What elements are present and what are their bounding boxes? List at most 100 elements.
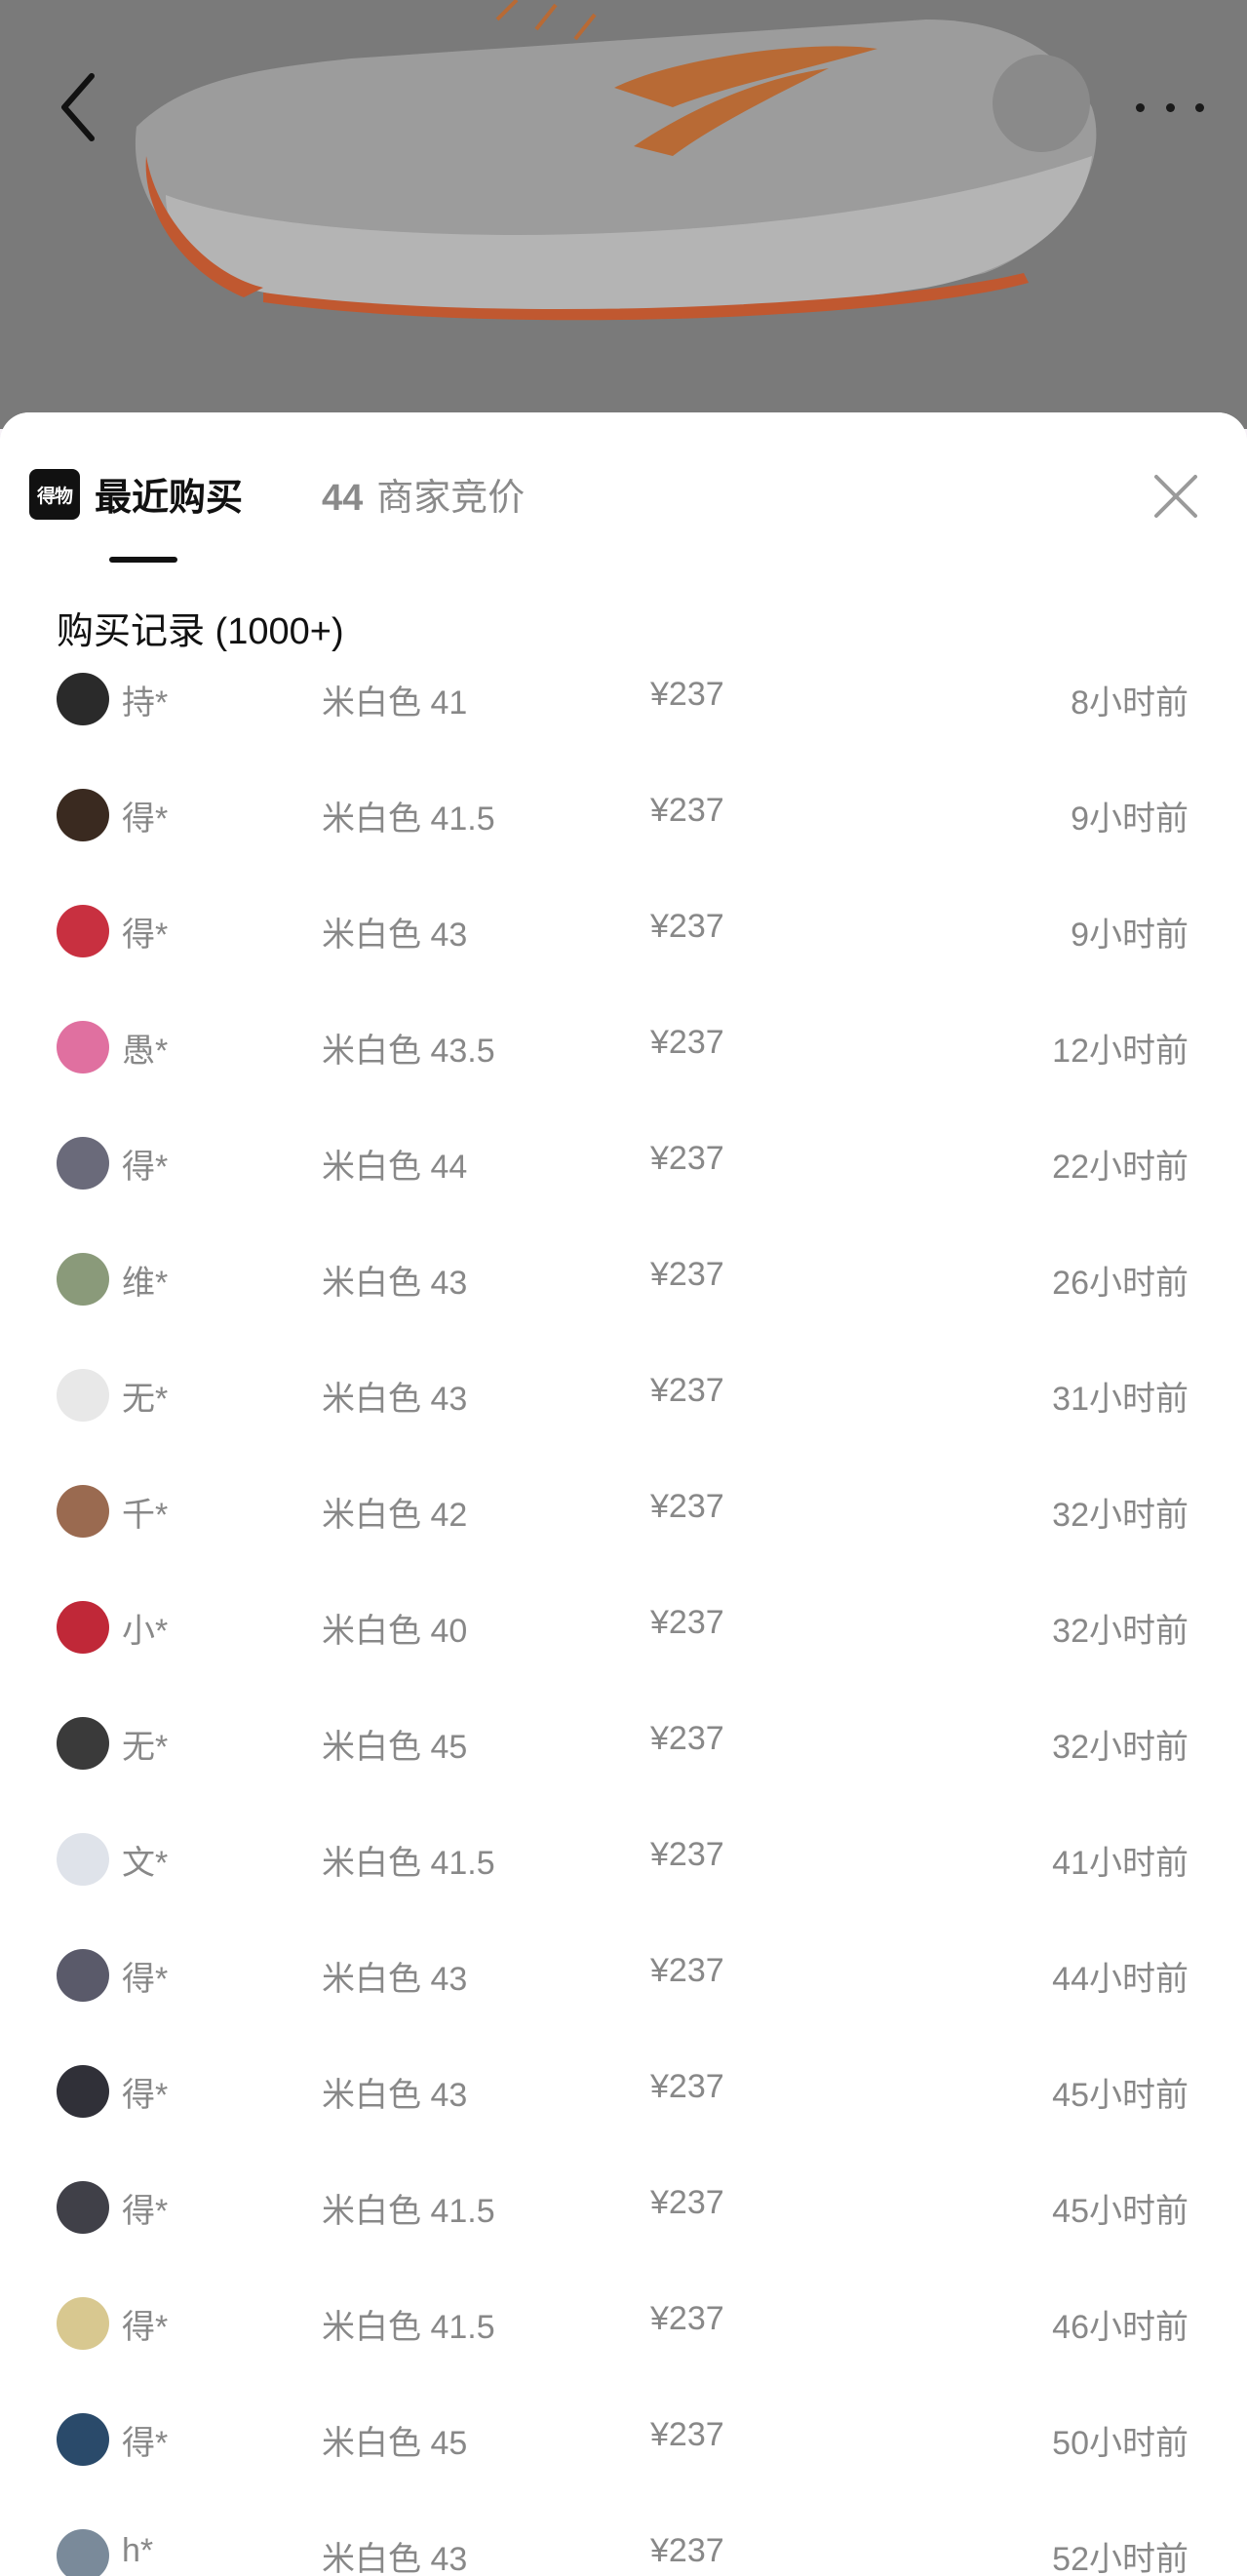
purchase-time: 46小时前 bbox=[1052, 2309, 1189, 2346]
bottom-sheet: 得物 最近购买 44 商家竞价 购买记录 (1000+) 持* 米白色 41 ¥23… bbox=[0, 412, 1247, 2576]
tab-merchant-bids[interactable]: 44 商家竞价 bbox=[322, 467, 525, 521]
purchase-time: 52小时前 bbox=[1052, 2541, 1189, 2576]
tab-active-indicator bbox=[109, 557, 177, 563]
avatar[interactable] bbox=[57, 2529, 109, 2576]
item-spec: 米白色 43 bbox=[322, 1381, 468, 1418]
item-spec: 米白色 43 bbox=[322, 917, 468, 954]
table-row: 得* 米白色 45 ¥237 50小时前 bbox=[29, 2408, 1218, 2524]
item-price: ¥237 bbox=[650, 2300, 724, 2337]
close-icon[interactable] bbox=[1150, 471, 1201, 522]
item-spec: 米白色 43 bbox=[322, 1265, 468, 1302]
item-price: ¥237 bbox=[650, 1488, 724, 1525]
user-name: 得* bbox=[122, 2077, 169, 2114]
table-row: 得* 米白色 41.5 ¥237 45小时前 bbox=[29, 2176, 1218, 2292]
item-price: ¥237 bbox=[650, 1604, 724, 1641]
item-price: ¥237 bbox=[650, 1372, 724, 1409]
item-spec: 米白色 45 bbox=[322, 1729, 468, 1766]
purchase-time: 44小时前 bbox=[1052, 1961, 1189, 1998]
avatar[interactable] bbox=[57, 1253, 109, 1306]
purchase-time: 12小时前 bbox=[1052, 1033, 1189, 1070]
user-name: 得* bbox=[122, 917, 169, 954]
purchase-time: 31小时前 bbox=[1052, 1381, 1189, 1418]
user-name: 无* bbox=[122, 1381, 169, 1418]
user-name: 得* bbox=[122, 2309, 169, 2346]
item-price: ¥237 bbox=[650, 1836, 724, 1873]
item-spec: 米白色 42 bbox=[322, 1497, 468, 1534]
user-name: 得* bbox=[122, 1961, 169, 1998]
item-spec: 米白色 41.5 bbox=[322, 2309, 495, 2346]
table-row: 得* 米白色 43 ¥237 9小时前 bbox=[29, 900, 1218, 1016]
user-name: 维* bbox=[122, 1265, 169, 1302]
avatar[interactable] bbox=[57, 2297, 109, 2350]
item-price: ¥237 bbox=[650, 1720, 724, 1757]
purchase-time: 26小时前 bbox=[1052, 1265, 1189, 1302]
user-name: 得* bbox=[122, 800, 169, 838]
table-row: 千* 米白色 42 ¥237 32小时前 bbox=[29, 1480, 1218, 1596]
avatar[interactable] bbox=[57, 673, 109, 725]
avatar[interactable] bbox=[57, 1717, 109, 1770]
item-spec: 米白色 41 bbox=[322, 684, 468, 722]
purchase-time: 41小时前 bbox=[1052, 1845, 1189, 1882]
avatar[interactable] bbox=[57, 1833, 109, 1886]
item-price: ¥237 bbox=[650, 908, 724, 945]
purchase-time: 9小时前 bbox=[1071, 800, 1189, 838]
item-price: ¥237 bbox=[650, 2416, 724, 2453]
item-spec: 米白色 41.5 bbox=[322, 1845, 495, 1882]
table-row: 文* 米白色 41.5 ¥237 41小时前 bbox=[29, 1828, 1218, 1944]
avatar[interactable] bbox=[57, 1485, 109, 1538]
table-row: 小* 米白色 40 ¥237 32小时前 bbox=[29, 1596, 1218, 1712]
avatar[interactable] bbox=[57, 1601, 109, 1654]
purchase-time: 50小时前 bbox=[1052, 2425, 1189, 2462]
user-name: 小* bbox=[122, 1613, 169, 1650]
item-spec: 米白色 43 bbox=[322, 1961, 468, 1998]
table-row: 得* 米白色 41.5 ¥237 9小时前 bbox=[29, 784, 1218, 900]
table-row: 无* 米白色 43 ¥237 31小时前 bbox=[29, 1364, 1218, 1480]
purchase-time: 22小时前 bbox=[1052, 1149, 1189, 1186]
shoe-image bbox=[135, 0, 1097, 321]
item-price: ¥237 bbox=[650, 1140, 724, 1177]
item-price: ¥237 bbox=[650, 2184, 724, 2221]
share-circle[interactable] bbox=[993, 55, 1090, 152]
item-price: ¥237 bbox=[650, 2532, 724, 2569]
item-price: ¥237 bbox=[650, 792, 724, 829]
table-row: 得* 米白色 43 ¥237 44小时前 bbox=[29, 1944, 1218, 2060]
more-dots-icon[interactable] bbox=[1136, 88, 1204, 127]
table-row: h* 米白色 43 ¥237 52小时前 bbox=[29, 2524, 1218, 2576]
purchase-time: 32小时前 bbox=[1052, 1497, 1189, 1534]
user-name: 千* bbox=[122, 1497, 169, 1534]
user-name: 文* bbox=[122, 1845, 169, 1882]
purchase-time: 9小时前 bbox=[1071, 917, 1189, 954]
avatar[interactable] bbox=[57, 1369, 109, 1422]
bid-label: 商家竞价 bbox=[376, 478, 526, 519]
chevron-left-icon[interactable] bbox=[51, 68, 109, 146]
avatar[interactable] bbox=[57, 1949, 109, 2002]
user-name: 得* bbox=[122, 2193, 169, 2230]
purchase-records-panel: 购买记录 (1000+) 持* 米白色 41 ¥237 8小时前 得* 米白色 41.5 ¥… bbox=[29, 564, 1218, 2576]
purchase-time: 32小时前 bbox=[1052, 1729, 1189, 1766]
avatar[interactable] bbox=[57, 1137, 109, 1190]
avatar[interactable] bbox=[57, 789, 109, 841]
item-price: ¥237 bbox=[650, 2068, 724, 2105]
purchase-time: 32小时前 bbox=[1052, 1613, 1189, 1650]
table-row: 得* 米白色 43 ¥237 45小时前 bbox=[29, 2060, 1218, 2176]
item-price: ¥237 bbox=[650, 676, 724, 713]
item-spec: 米白色 41.5 bbox=[322, 2193, 495, 2230]
item-spec: 米白色 40 bbox=[322, 1613, 468, 1650]
user-name: 得* bbox=[122, 2425, 169, 2462]
item-spec: 米白色 41.5 bbox=[322, 800, 495, 838]
tab-recent-purchases[interactable]: 最近购买 bbox=[95, 467, 243, 521]
table-row: 持* 米白色 41 ¥237 8小时前 bbox=[29, 668, 1218, 784]
tab-bar: 得物 最近购买 44 商家竞价 bbox=[0, 412, 1247, 564]
item-price: ¥237 bbox=[650, 1256, 724, 1293]
app-logo: 得物 bbox=[29, 469, 80, 520]
user-name: 愚* bbox=[122, 1033, 169, 1070]
avatar[interactable] bbox=[57, 2065, 109, 2118]
item-spec: 米白色 43 bbox=[322, 2077, 468, 2114]
avatar[interactable] bbox=[57, 905, 109, 957]
avatar[interactable] bbox=[57, 2181, 109, 2234]
item-price: ¥237 bbox=[650, 1952, 724, 1989]
avatar[interactable] bbox=[57, 1021, 109, 1073]
bid-count: 44 bbox=[322, 478, 364, 519]
avatar[interactable] bbox=[57, 2413, 109, 2466]
table-row: 无* 米白色 45 ¥237 32小时前 bbox=[29, 1712, 1218, 1828]
